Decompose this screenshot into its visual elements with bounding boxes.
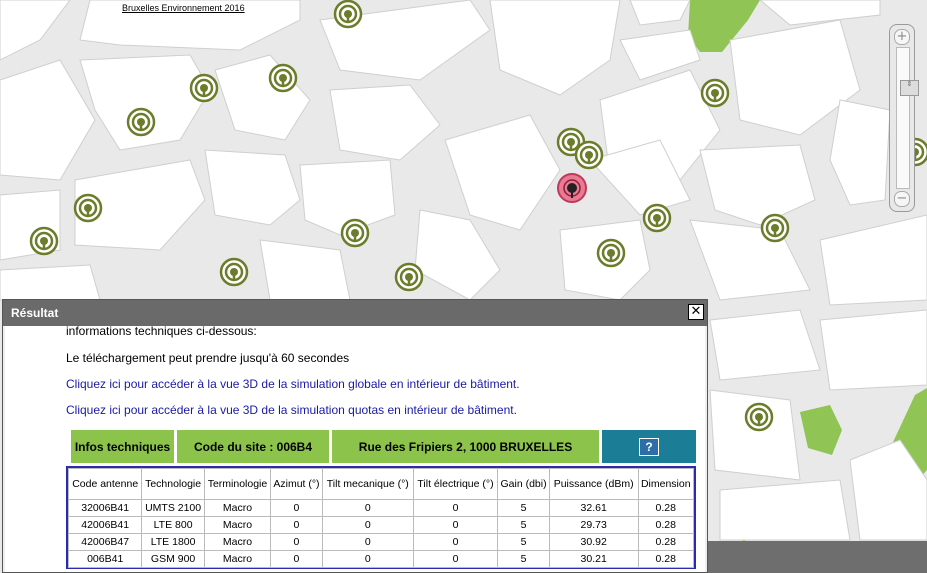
table-cell: 32006B41 [67, 499, 143, 517]
table-cell: 0 [412, 499, 499, 517]
help-header: ? [602, 430, 696, 463]
column-header: Dimension [637, 468, 694, 500]
zoom-out-button[interactable]: − [894, 191, 910, 207]
table-cell: Macro [203, 499, 272, 517]
truncated-info-line: informations techniques ci-dessous: [66, 326, 257, 338]
download-note: Le téléchargement peut prendre jusqu'à 6… [66, 351, 350, 365]
table-cell: 5 [497, 533, 550, 551]
dialog-body: informations techniques ci-dessous: Le t… [5, 326, 705, 572]
site-code-header: Code du site : 006B4 [177, 430, 329, 463]
table-cell: 0 [412, 550, 499, 568]
table-cell: 30.92 [548, 533, 639, 551]
table-cell: 42006B47 [67, 533, 143, 551]
column-header: Code antenne [67, 468, 143, 500]
table-cell: 29.73 [548, 516, 639, 534]
table-cell: LTE 800 [141, 516, 205, 534]
table-cell: Macro [203, 533, 272, 551]
column-header: Puissance (dBm) [548, 468, 639, 500]
table-cell: 5 [497, 550, 550, 568]
table-cell: 0 [321, 499, 414, 517]
link-3d-quotas[interactable]: Cliquez ici pour accéder à la vue 3D de … [66, 403, 517, 417]
map-footer-strip [706, 541, 927, 573]
result-dialog: Résultat ✕ informations techniques ci-de… [2, 299, 708, 573]
table-cell: 42006B41 [67, 516, 143, 534]
table-cell: 0 [321, 550, 414, 568]
table-row: 006B41 GSM 900 Macro 0 0 0 5 30.21 0.28 [67, 550, 694, 568]
table-cell: Macro [203, 550, 272, 568]
zoom-in-button[interactable]: + [894, 29, 910, 45]
zoom-slider-track[interactable]: ⇕ [896, 47, 919, 189]
table-row: 42006B41 LTE 800 Macro 0 0 0 5 29.73 0.28 [67, 516, 694, 534]
table-cell: 0 [270, 550, 323, 568]
zoom-control: + ⇕ − [889, 24, 919, 212]
address-header: Rue des Fripiers 2, 1000 BRUXELLES [332, 430, 599, 463]
table-cell: LTE 1800 [141, 533, 205, 551]
close-icon[interactable]: ✕ [688, 304, 704, 320]
table-row: 32006B41 UMTS 2100 Macro 0 0 0 5 32.61 0.28 [67, 499, 694, 517]
table-cell: 0 [270, 499, 323, 517]
table-cell: 0 [321, 516, 414, 534]
table-cell: 32.61 [548, 499, 639, 517]
table-cell: 0.28 [637, 516, 694, 534]
table-cell: 5 [497, 516, 550, 534]
table-row: 42006B47 LTE 1800 Macro 0 0 0 5 30.92 0.28 [67, 533, 694, 551]
column-header: Tilt mecanique (°) [321, 468, 414, 500]
table-cell: 5 [497, 499, 550, 517]
antenna-table: Code antenne Technologie Terminologie Azimu… [66, 466, 696, 569]
table-cell: 0.28 [637, 499, 694, 517]
table-cell: 0 [412, 516, 499, 534]
link-3d-global[interactable]: Cliquez ici pour accéder à la vue 3D de … [66, 377, 520, 391]
table-cell: 0 [412, 533, 499, 551]
table-cell: 0 [270, 533, 323, 551]
column-header: Technologie [141, 468, 205, 500]
selected-antenna-marker [557, 173, 587, 203]
table-header-row: Code antenne Technologie Terminologie Azimu… [67, 468, 694, 500]
table-cell: 0 [321, 533, 414, 551]
infos-techniques-header: Infos techniques [71, 430, 174, 463]
table-cell: UMTS 2100 [141, 499, 205, 517]
table-cell: Macro [203, 516, 272, 534]
table-cell: 0 [270, 516, 323, 534]
column-header: Azimut (°) [270, 468, 323, 500]
zoom-slider-thumb[interactable]: ⇕ [900, 80, 919, 96]
dialog-title: Résultat [3, 300, 707, 326]
column-header: Gain (dbi) [497, 468, 550, 500]
table-cell: GSM 900 [141, 550, 205, 568]
column-header: Terminologie [203, 468, 272, 500]
column-header: Tilt électrique (°) [412, 468, 499, 500]
map-attribution[interactable]: Bruxelles Environnement 2016 [120, 3, 247, 13]
table-cell: 0.28 [637, 550, 694, 568]
table-cell: 0.28 [637, 533, 694, 551]
help-icon[interactable]: ? [639, 437, 659, 456]
table-cell: 30.21 [548, 550, 639, 568]
table-cell: 006B41 [67, 550, 143, 568]
